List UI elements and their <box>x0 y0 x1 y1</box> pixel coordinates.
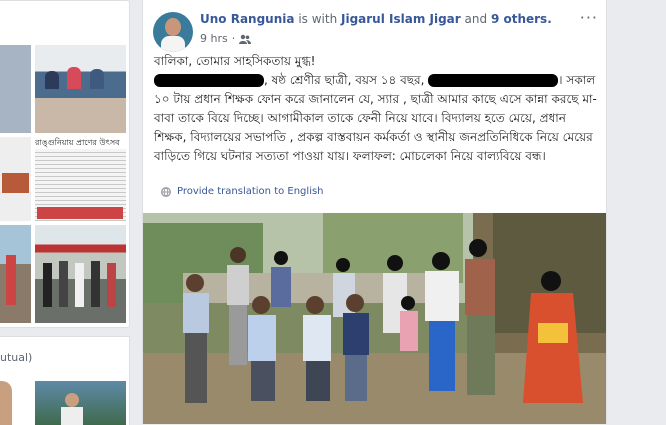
post-line-1: বালিকা, তোমার সাহসিকতায় মুগ্ধ! <box>154 54 316 68</box>
redacted-name <box>154 74 264 87</box>
post-body: বালিকা, তোমার সাহসিকতায় মুগ্ধ! , ষষ্ঠ শ… <box>154 52 598 166</box>
author-name[interactable]: Uno Rangunia <box>200 12 294 26</box>
friend-avatar-1[interactable] <box>0 381 12 425</box>
translate-row: Provide translation to English <box>161 186 324 197</box>
tagged-user[interactable]: Jigarul Islam Jigar <box>341 12 461 26</box>
post-photo[interactable] <box>143 213 606 424</box>
is-with-text: is with <box>298 12 338 26</box>
newspaper-thumb-1[interactable] <box>0 137 31 221</box>
left-photo-grid: রাঙ্গুনিয়ায় প্রাণের উৎসব <box>0 0 130 328</box>
post-header: Uno Rangunia is with Jigarul Islam Jigar… <box>200 12 552 26</box>
mutual-friends-card: utual) <box>0 336 130 425</box>
translate-link[interactable]: Provide translation to English <box>177 186 324 197</box>
post-meta: 9 hrs · <box>200 32 252 45</box>
post-options-menu[interactable]: ··· <box>580 8 598 27</box>
newspaper-caption: রাঙ্গুনিয়ায় প্রাণের উৎসব <box>35 137 126 149</box>
timestamp[interactable]: 9 hrs <box>200 32 228 45</box>
photo-thumb-4[interactable] <box>35 225 126 323</box>
feed-post: Uno Rangunia is with Jigarul Islam Jigar… <box>142 0 607 424</box>
redacted-address <box>428 74 559 87</box>
and-text: and <box>464 12 488 26</box>
author-avatar[interactable] <box>153 12 193 52</box>
friends-privacy-icon[interactable] <box>239 34 252 44</box>
post-photo-scene <box>143 213 606 424</box>
mutual-label: utual) <box>0 351 33 364</box>
photo-thumb-1[interactable] <box>0 45 31 133</box>
newspaper-thumb-2[interactable]: রাঙ্গুনিয়ায় প্রাণের উৎসব <box>35 137 126 221</box>
globe-icon <box>161 186 171 197</box>
post-paragraph: , ষষ্ঠ শ্রেণীর ছাত্রী, বয়স ১৪ বছর, । সক… <box>154 71 598 166</box>
meta-separator: · <box>231 32 236 45</box>
friend-photo-2[interactable] <box>35 381 126 425</box>
others-link[interactable]: 9 others. <box>491 12 552 26</box>
post-paragraph-a: , ষষ্ঠ শ্রেণীর ছাত্রী, বয়স ১৪ বছর, <box>264 73 425 87</box>
photo-thumb-2[interactable] <box>35 45 126 133</box>
photo-thumb-3[interactable] <box>0 225 31 323</box>
